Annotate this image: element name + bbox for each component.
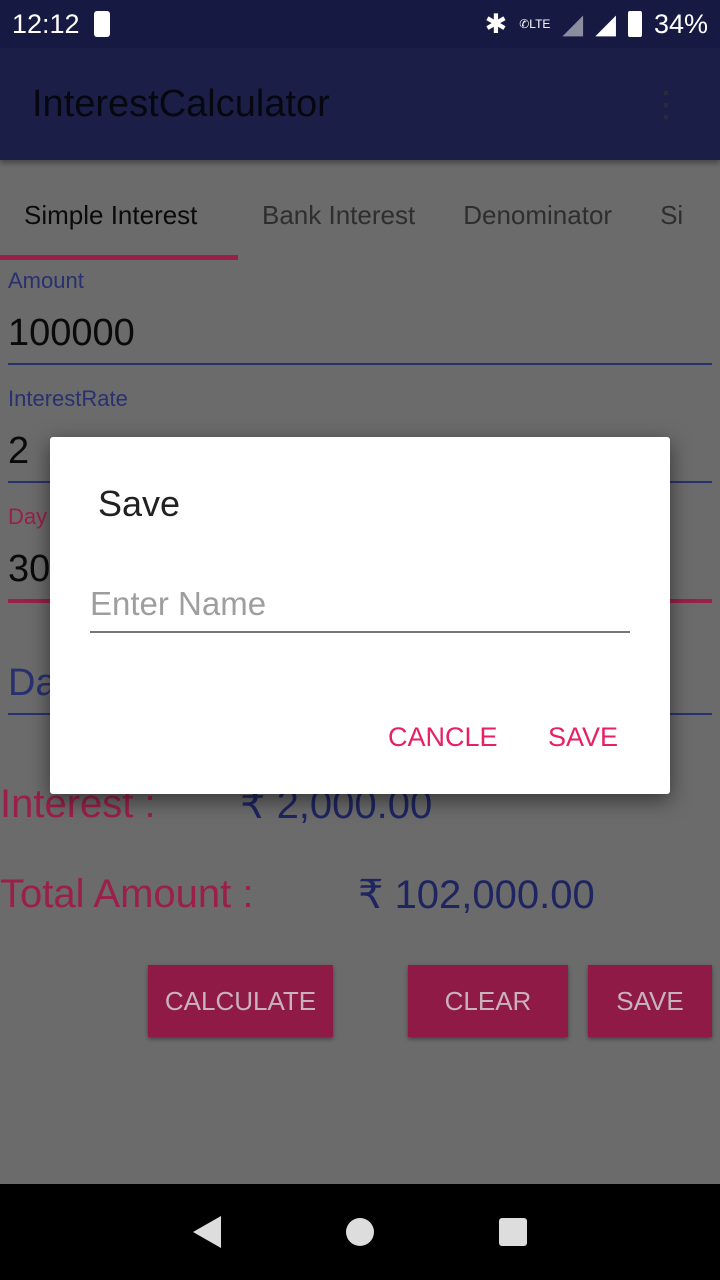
battery-percent: 34%	[653, 8, 708, 39]
rate-label: InterestRate	[8, 386, 128, 411]
tab-bank-interest[interactable]: Bank Interest	[238, 160, 439, 260]
save-button[interactable]: SAVE	[588, 965, 712, 1037]
clock: 12:12	[12, 8, 80, 39]
dialog-title: Save	[98, 483, 181, 524]
save-dialog: Save CANCLE SAVE	[50, 437, 670, 794]
bluetooth-icon: ✱	[484, 8, 508, 39]
total-value: ₹ 102,000.00	[358, 873, 595, 917]
name-input[interactable]	[90, 577, 630, 633]
amount-label: Amount	[8, 268, 84, 293]
app-bar: InterestCalculator ⋮	[0, 48, 720, 160]
amount-input[interactable]: 100000	[8, 294, 712, 365]
calculate-button[interactable]: CALCULATE	[148, 965, 333, 1037]
amount-field[interactable]: Amount 100000	[8, 268, 712, 365]
battery-charging-icon	[627, 11, 642, 37]
status-bar: 12:12 ✱ ✆LTE ◢ ◢ 34%	[0, 0, 720, 48]
cancel-button[interactable]: CANCLE	[388, 722, 498, 753]
total-row: Total Amount : ₹ 102,000.00	[0, 872, 595, 917]
more-vert-icon[interactable]: ⋮	[648, 83, 684, 125]
tab-simple-interest[interactable]: Simple Interest	[0, 160, 238, 260]
clear-button[interactable]: CLEAR	[408, 965, 568, 1037]
home-icon[interactable]	[345, 1218, 374, 1246]
total-label: Total Amount :	[0, 872, 254, 916]
do-not-disturb-icon	[93, 11, 110, 37]
dialog-save-button[interactable]: SAVE	[548, 722, 618, 753]
tab-bar: Simple Interest Bank Interest Denominato…	[0, 160, 720, 260]
volte-call-icon: ✆LTE	[519, 17, 551, 31]
tab-denominator[interactable]: Denominator	[439, 160, 636, 260]
tab-si[interactable]: Si	[636, 160, 707, 260]
signal-icon: ◢	[562, 8, 584, 39]
recents-icon[interactable]	[499, 1218, 528, 1246]
navigation-bar	[0, 1184, 720, 1280]
signal-icon: ◢	[595, 8, 616, 39]
back-icon[interactable]	[192, 1216, 221, 1248]
app-title: InterestCalculator	[32, 82, 330, 125]
